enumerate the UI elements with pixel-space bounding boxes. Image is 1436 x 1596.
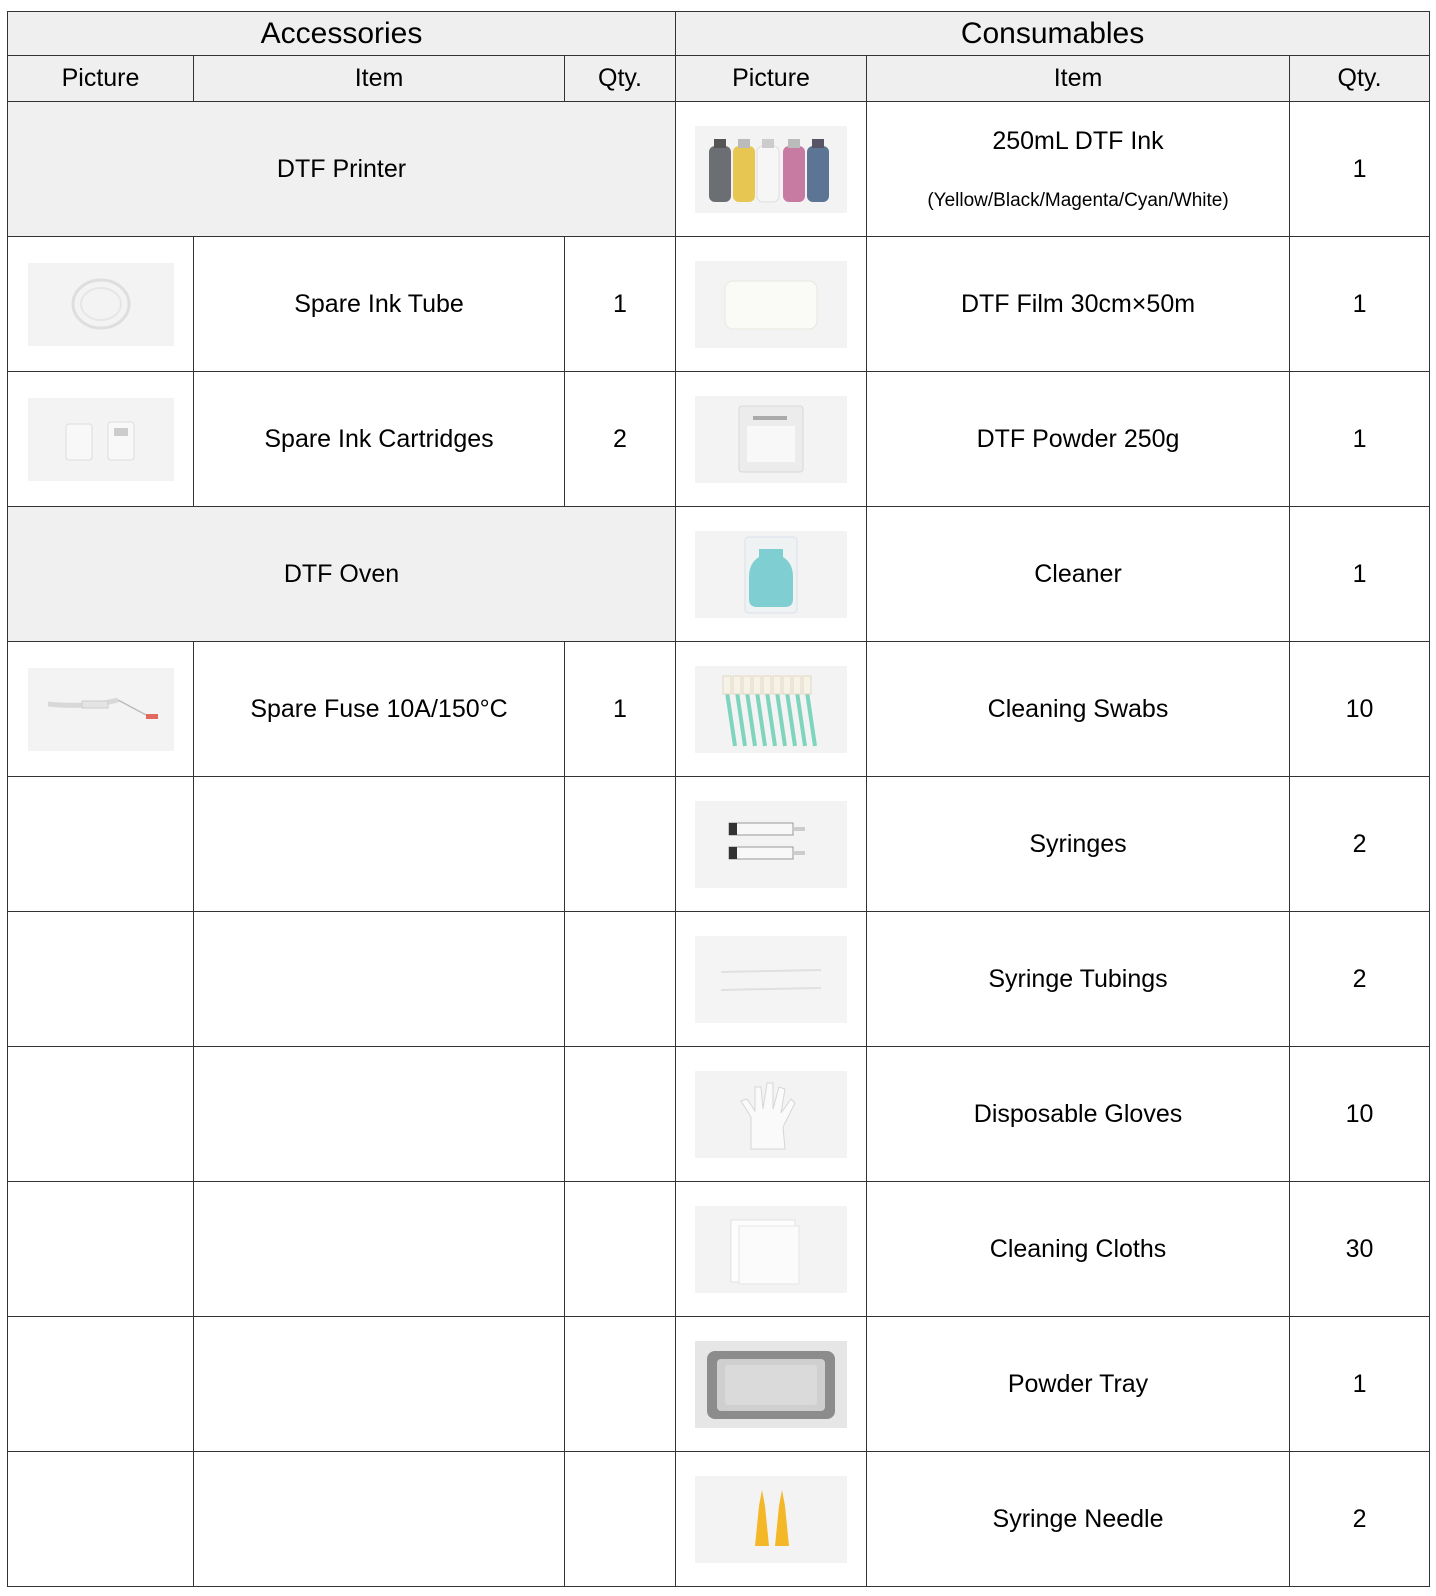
fuse-photo xyxy=(7,641,194,777)
empty-cell xyxy=(563,1046,677,1182)
con-qty: 1 xyxy=(1289,1316,1431,1452)
con-item-name: Syringes xyxy=(866,776,1291,912)
film-roll-icon xyxy=(695,260,848,348)
tubings-photo xyxy=(675,911,868,1047)
needles-icon xyxy=(695,1475,848,1563)
table-row: Spare Fuse 10A/150°C 1 Cleaning Swabs 10 xyxy=(7,641,1431,777)
empty-cell xyxy=(193,776,565,912)
con-qty: 10 xyxy=(1289,641,1431,777)
gloves-icon xyxy=(695,1070,848,1158)
table-row: Syringe Needle 2 xyxy=(7,1451,1431,1587)
con-item-name: DTF Powder 250g xyxy=(866,371,1291,507)
group-dtf-printer: DTF Printer xyxy=(6,101,677,237)
con-qty-header: Qty. xyxy=(1289,55,1431,102)
table-row: DTF Printer 250mL DTF Ink (Yellow/Black/… xyxy=(6,101,1431,237)
empty-cell xyxy=(563,776,677,912)
syringes-photo xyxy=(675,776,868,912)
empty-cell xyxy=(7,1181,194,1317)
con-qty: 1 xyxy=(1289,101,1431,237)
cloths-photo xyxy=(675,1181,868,1317)
accessories-title: Accessories xyxy=(6,11,677,56)
tray-icon xyxy=(695,1340,848,1428)
consumables-title: Consumables xyxy=(675,11,1431,56)
swabs-icon xyxy=(695,665,848,753)
con-qty: 30 xyxy=(1289,1181,1431,1317)
con-item-sub: (Yellow/Black/Magenta/Cyan/White) xyxy=(927,189,1229,211)
acc-picture-header: Picture xyxy=(7,55,194,102)
table-row: Powder Tray 1 xyxy=(7,1316,1431,1452)
con-item-name: Cleaning Cloths xyxy=(866,1181,1291,1317)
fuse-icon xyxy=(27,667,174,751)
acc-qty: 2 xyxy=(563,371,677,507)
needles-photo xyxy=(675,1451,868,1587)
packing-list-table: Accessories Consumables Picture Item Qty… xyxy=(6,11,1431,1587)
acc-qty: 1 xyxy=(563,236,677,372)
empty-cell xyxy=(563,911,677,1047)
gloves-photo xyxy=(675,1046,868,1182)
con-item-name: Cleaner xyxy=(866,506,1291,642)
group-dtf-oven: DTF Oven xyxy=(6,506,677,642)
tubings-icon xyxy=(695,935,848,1023)
table-row: Spare Ink Cartridges 2 DTF Powder 250g 1 xyxy=(7,371,1431,507)
table-row: Disposable Gloves 10 xyxy=(7,1046,1431,1182)
cloths-icon xyxy=(695,1205,848,1293)
cleaner-bottle-photo xyxy=(675,506,868,642)
tray-photo xyxy=(675,1316,868,1452)
con-item-name: Cleaning Swabs xyxy=(866,641,1291,777)
powder-bag-icon xyxy=(695,395,848,483)
acc-item-header: Item xyxy=(193,55,565,102)
empty-cell xyxy=(193,911,565,1047)
con-qty: 10 xyxy=(1289,1046,1431,1182)
con-picture-header: Picture xyxy=(675,55,868,102)
table-row: Syringes 2 xyxy=(7,776,1431,912)
con-item-name: Syringe Tubings xyxy=(866,911,1291,1047)
empty-cell xyxy=(563,1316,677,1452)
ink-cartridges-photo xyxy=(7,371,194,507)
con-item-name: 250mL DTF Ink xyxy=(992,126,1164,155)
con-item-name: Powder Tray xyxy=(866,1316,1291,1452)
con-qty: 1 xyxy=(1289,236,1431,372)
empty-cell xyxy=(193,1046,565,1182)
empty-cell xyxy=(7,1451,194,1587)
ink-bottles-icon xyxy=(695,125,848,213)
film-roll-photo xyxy=(675,236,868,372)
empty-cell xyxy=(7,776,194,912)
con-qty: 2 xyxy=(1289,1451,1431,1587)
cleaner-bottle-icon xyxy=(695,530,848,618)
syringes-icon xyxy=(695,800,848,888)
con-qty: 2 xyxy=(1289,776,1431,912)
empty-cell xyxy=(7,1046,194,1182)
con-qty: 1 xyxy=(1289,371,1431,507)
con-item-name: DTF Film 30cm×50m xyxy=(866,236,1291,372)
empty-cell xyxy=(193,1316,565,1452)
acc-qty-header: Qty. xyxy=(563,55,677,102)
acc-qty: 1 xyxy=(563,641,677,777)
swabs-photo xyxy=(675,641,868,777)
empty-cell xyxy=(563,1451,677,1587)
acc-item-name: Spare Ink Tube xyxy=(193,236,565,372)
table-row: Cleaning Cloths 30 xyxy=(7,1181,1431,1317)
powder-bag-photo xyxy=(675,371,868,507)
con-item-header: Item xyxy=(866,55,1291,102)
ink-cartridges-icon xyxy=(27,397,174,481)
ink-tube-icon xyxy=(27,262,174,346)
acc-item-name: Spare Ink Cartridges xyxy=(193,371,565,507)
con-qty: 1 xyxy=(1289,506,1431,642)
empty-cell xyxy=(193,1451,565,1587)
empty-cell xyxy=(563,1181,677,1317)
table-row: DTF Oven Cleaner 1 xyxy=(6,506,1431,642)
empty-cell xyxy=(7,1316,194,1452)
table-row: Spare Ink Tube 1 DTF Film 30cm×50m 1 xyxy=(7,236,1431,372)
con-item-name: Syringe Needle xyxy=(866,1451,1291,1587)
con-qty: 2 xyxy=(1289,911,1431,1047)
acc-item-name: Spare Fuse 10A/150°C xyxy=(193,641,565,777)
table-row: Syringe Tubings 2 xyxy=(7,911,1431,1047)
con-item-cell: 250mL DTF Ink (Yellow/Black/Magenta/Cyan… xyxy=(866,101,1291,237)
empty-cell xyxy=(7,911,194,1047)
empty-cell xyxy=(193,1181,565,1317)
ink-bottles-photo xyxy=(675,101,868,237)
ink-tube-photo xyxy=(7,236,194,372)
con-item-name: Disposable Gloves xyxy=(866,1046,1291,1182)
